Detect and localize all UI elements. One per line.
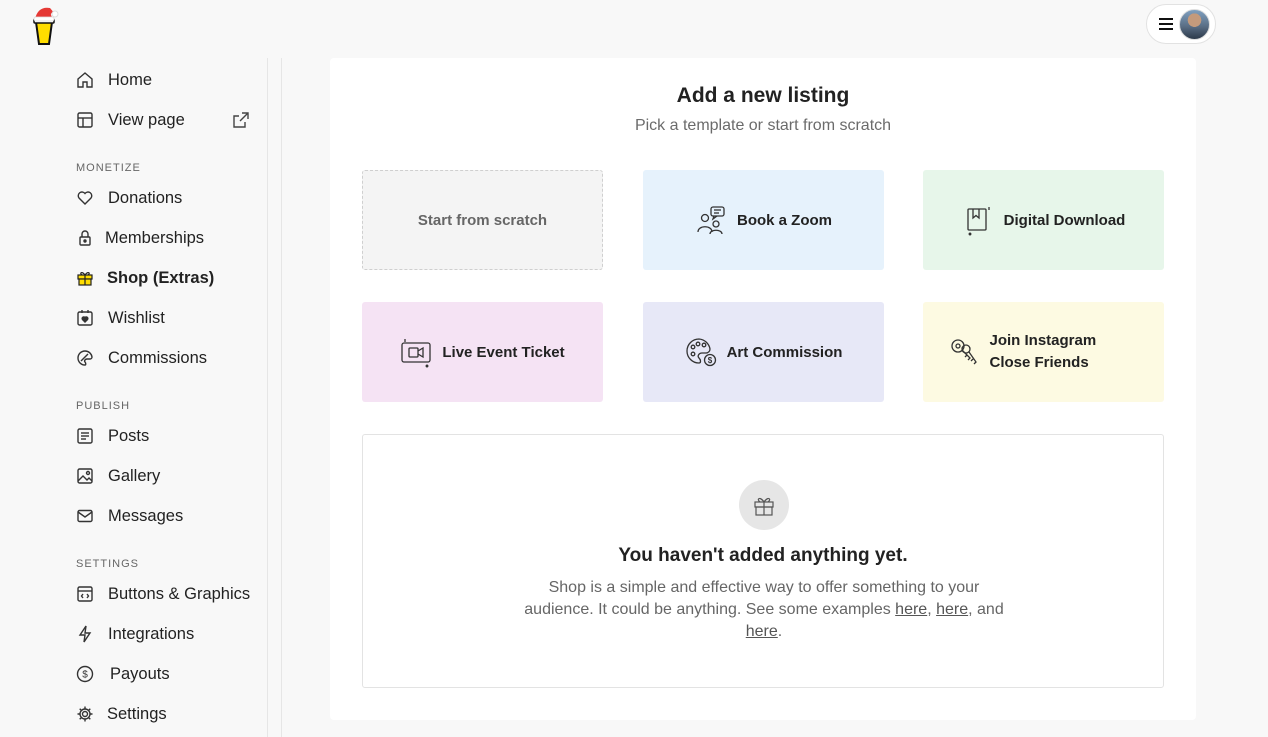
sidebar-item-label: View page (108, 110, 185, 129)
logo[interactable] (28, 4, 60, 46)
sidebar-item-label: Integrations (108, 624, 195, 643)
avatar (1179, 8, 1210, 40)
sidebar-item-wishlist[interactable]: Wishlist (76, 306, 165, 330)
envelope-icon (76, 507, 94, 525)
empty-state-panel: You haven't added anything yet. Shop is … (362, 434, 1164, 688)
template-book-a-zoom[interactable]: Book a Zoom (643, 170, 884, 270)
sidebar-item-home[interactable]: Home (76, 68, 152, 92)
image-icon (76, 467, 94, 485)
lightning-icon (76, 625, 94, 643)
sidebar-item-label: Shop (Extras) (107, 268, 215, 287)
palette-icon (76, 349, 94, 367)
gift-icon (754, 497, 774, 516)
account-menu-button[interactable] (1146, 4, 1216, 44)
sidebar-item-label: Wishlist (108, 308, 165, 327)
sidebar-item-commissions[interactable]: Commissions (76, 346, 207, 370)
people-chat-icon (697, 206, 725, 235)
separator: , and (968, 601, 1004, 618)
template-join-instagram-close-friends[interactable]: Join Instagram Close Friends (923, 302, 1164, 402)
dollar-icon: $ (76, 665, 94, 683)
template-live-event-ticket[interactable]: Live Event Ticket (362, 302, 603, 402)
template-art-commission[interactable]: $ Art Commission (643, 302, 884, 402)
sidebar-item-memberships[interactable]: Memberships (76, 226, 204, 250)
hamburger-menu-icon (1159, 18, 1173, 30)
sidebar-item-payouts[interactable]: $ Payouts (76, 662, 170, 686)
sidebar-item-label: Buttons & Graphics (108, 584, 251, 603)
separator: , (927, 601, 937, 618)
template-label: Start from scratch (417, 211, 548, 229)
period: . (777, 623, 783, 640)
sidebar-item-view-page[interactable]: View page (76, 108, 185, 132)
video-camera-icon (401, 339, 432, 368)
template-start-from-scratch[interactable]: Start from scratch (362, 170, 603, 270)
section-label-settings: SETTINGS (76, 558, 140, 570)
document-icon (76, 427, 94, 445)
section-label-publish: PUBLISH (76, 400, 131, 412)
sidebar-item-label: Posts (108, 426, 150, 445)
sidebar-item-label: Memberships (105, 228, 205, 247)
section-label-monetize: MONETIZE (76, 162, 141, 174)
layout-icon (76, 111, 94, 129)
external-link-icon[interactable] (232, 111, 250, 129)
example-link-3[interactable]: here (746, 623, 778, 640)
sidebar-item-label: Home (108, 70, 153, 89)
sidebar-item-label: Commissions (108, 348, 208, 367)
download-bookmark-icon (967, 207, 990, 236)
code-window-icon (76, 585, 94, 603)
sidebar-item-messages[interactable]: Messages (76, 504, 183, 528)
sidebar-item-shop-extras[interactable]: Shop (Extras) (76, 266, 214, 290)
template-label: Join Instagram Close Friends (989, 332, 1097, 371)
template-label: Art Commission (726, 343, 843, 361)
gear-icon (76, 705, 94, 723)
gift-icon (76, 269, 94, 287)
sidebar-item-gallery[interactable]: Gallery (76, 464, 160, 488)
content-divider (281, 58, 282, 737)
sidebar-item-donations[interactable]: Donations (76, 186, 182, 210)
sidebar-item-label: Settings (107, 704, 167, 723)
sidebar-item-label: Gallery (108, 466, 161, 485)
template-label: Live Event Ticket (442, 343, 565, 361)
svg-text:$: $ (82, 670, 88, 681)
palette-dollar-icon: $ (685, 338, 716, 367)
lock-icon (76, 229, 94, 247)
template-label: Book a Zoom (736, 211, 832, 229)
example-link-2[interactable]: here (936, 601, 968, 618)
sidebar-item-settings[interactable]: Settings (76, 702, 167, 726)
empty-state-title: You haven't added anything yet. (618, 545, 908, 566)
template-digital-download[interactable]: Digital Download (923, 170, 1164, 270)
home-icon (76, 71, 94, 89)
sidebar-item-posts[interactable]: Posts (76, 424, 149, 448)
example-link-1[interactable]: here (895, 601, 927, 618)
empty-state-description: Shop is a simple and effective way to of… (513, 577, 1015, 643)
sidebar-item-label: Donations (108, 188, 183, 207)
keys-icon (950, 339, 977, 365)
svg-text:$: $ (707, 356, 712, 365)
heart-icon (76, 189, 94, 207)
page-subtitle: Pick a template or start from scratch (634, 117, 892, 134)
empty-state-gift-badge (739, 480, 789, 530)
coffee-cup-logo-icon (33, 7, 59, 45)
sidebar-item-label: Payouts (110, 664, 170, 683)
sidebar-item-integrations[interactable]: Integrations (76, 622, 194, 646)
template-label: Digital Download (1003, 211, 1126, 229)
page-title: Add a new listing (676, 84, 850, 107)
sidebar-item-label: Messages (108, 506, 184, 525)
sidebar-item-buttons-graphics[interactable]: Buttons & Graphics (76, 582, 250, 606)
calendar-heart-icon (76, 309, 94, 327)
